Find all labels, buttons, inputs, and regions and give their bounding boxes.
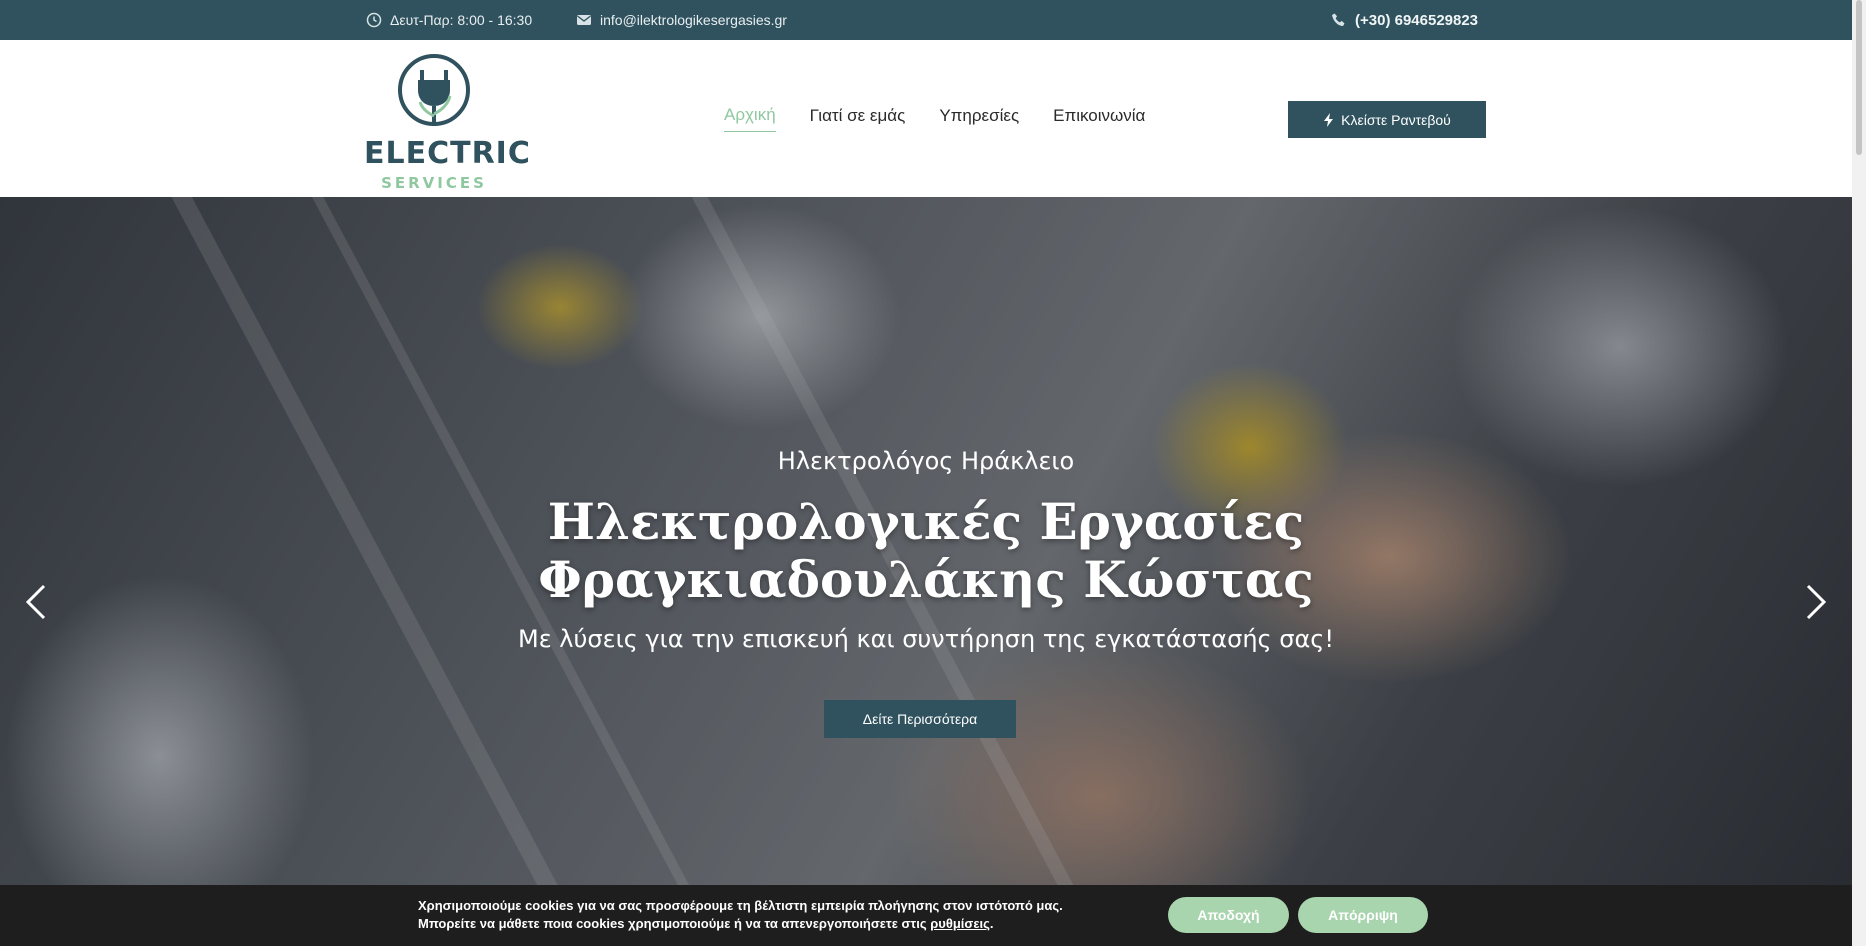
nav-item-home[interactable]: Αρχική [724,105,776,132]
hero-slider: Ηλεκτρολόγος Ηράκλειο Ηλεκτρολογικές Εργ… [0,197,1852,946]
book-appointment-label: Κλείστε Ραντεβού [1341,111,1451,128]
cookie-reject-button[interactable]: Απόρριψη [1298,897,1428,933]
cookie-consent-bar: Χρησιμοποιούμε cookies για να σας προσφέ… [0,885,1852,946]
book-appointment-button[interactable]: Κλείστε Ραντεβού [1288,101,1486,138]
hero-title-line-2: Φραγκιαδουλάκης Κώστας [538,550,1314,609]
site-header: ELECTRIC SERVICES Αρχική Γιατί σε εμάς Υ… [0,40,1852,197]
hero-title: Ηλεκτρολογικές Εργασίες Φραγκιαδουλάκης … [0,493,1852,609]
site-logo[interactable]: ELECTRIC SERVICES [364,50,531,192]
email-link[interactable]: info@ilektrologikesergasies.gr [600,12,787,28]
top-info-bar: Δευτ-Παρ: 8:00 - 16:30 info@ilektrologik… [0,0,1852,40]
page: Δευτ-Παρ: 8:00 - 16:30 info@ilektrologik… [0,0,1866,946]
slider-next-arrow[interactable] [1804,582,1828,622]
email-contact[interactable]: info@ilektrologikesergasies.gr [576,0,787,40]
main-navigation: Αρχική Γιατί σε εμάς Υπηρεσίες Επικοινων… [724,40,1145,197]
cookie-message-period: . [989,916,994,931]
cookie-message-line-2-text: Μπορείτε να μάθετε ποια cookies χρησιμοπ… [418,916,927,931]
phone-contact[interactable]: (+30) 6946529823 [1331,0,1478,40]
chevron-left-icon [25,584,46,620]
chevron-right-icon [1806,584,1827,620]
cookie-message-line-2: Μπορείτε να μάθετε ποια cookies χρησιμοπ… [418,915,1118,933]
cookie-settings-link[interactable]: ρυθμίσεις [930,916,990,931]
vertical-scrollbar[interactable] [1852,0,1866,946]
nav-item-why-us[interactable]: Γιατί σε εμάς [810,106,906,132]
hero-subtitle: Με λύσεις για την επισκευή και συντήρηση… [518,625,1334,653]
cookie-accept-button[interactable]: Αποδοχή [1168,897,1289,933]
scrollbar-thumb[interactable] [1856,0,1862,155]
envelope-icon [577,15,591,25]
business-hours-text: Δευτ-Παρ: 8:00 - 16:30 [390,12,533,28]
phone-icon [1332,13,1345,27]
clock-icon [366,12,382,28]
cookie-message-line-1: Χρησιμοποιούμε cookies για να σας προσφέ… [418,898,1063,913]
hero-content: Ηλεκτρολόγος Ηράκλειο Ηλεκτρολογικές Εργ… [0,197,1852,946]
logo-text: ELECTRIC [364,136,531,171]
hero-kicker: Ηλεκτρολόγος Ηράκλειο [777,447,1075,475]
lightbulb-plug-icon [398,54,470,126]
see-more-button[interactable]: Δείτε Περισσότερα [824,700,1016,738]
logo-subtext: SERVICES [381,174,487,192]
nav-item-services[interactable]: Υπηρεσίες [939,106,1019,132]
nav-item-contact[interactable]: Επικοινωνία [1053,106,1145,132]
phone-number[interactable]: (+30) 6946529823 [1355,12,1478,29]
hero-title-line-1: Ηλεκτρολογικές Εργασίες [547,492,1305,551]
slider-prev-arrow[interactable] [24,582,48,622]
bolt-icon [1324,112,1334,127]
business-hours: Δευτ-Παρ: 8:00 - 16:30 [366,0,532,40]
cookie-message: Χρησιμοποιούμε cookies για να σας προσφέ… [418,897,1118,933]
